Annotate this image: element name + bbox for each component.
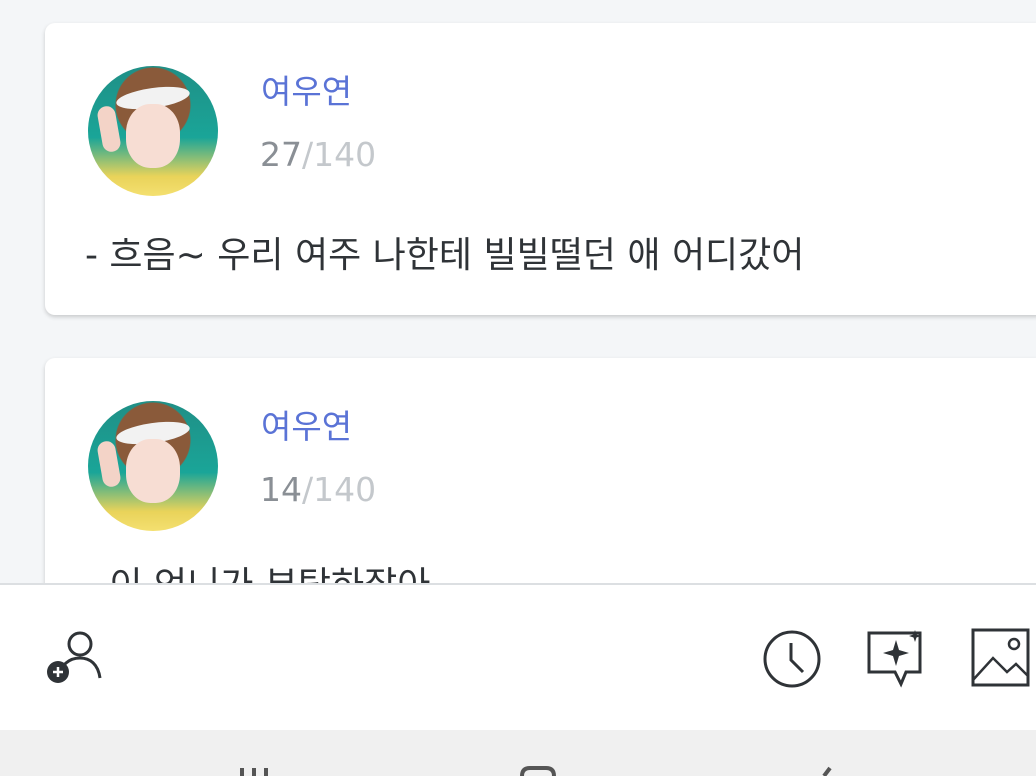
counter-max: /140 xyxy=(302,135,377,174)
avatar[interactable] xyxy=(88,401,218,531)
post-card[interactable]: 여우연 14/140 - 이 언니가 부탁하잖아 xyxy=(45,358,1036,583)
image-icon[interactable] xyxy=(971,628,1031,688)
counter-current: 27 xyxy=(260,135,302,174)
post-card[interactable]: 여우연 27/140 - 흐음~ 우리 여주 나한테 빌빌떨던 애 어디갔어 xyxy=(45,23,1036,315)
author-name[interactable]: 여우연 xyxy=(261,400,352,448)
back-icon[interactable] xyxy=(812,766,842,776)
home-icon[interactable] xyxy=(516,766,560,776)
character-counter: 27/140 xyxy=(260,135,376,174)
counter-current: 14 xyxy=(260,470,302,509)
post-text[interactable]: - 흐음~ 우리 여주 나한테 빌빌떨던 애 어디갔어 xyxy=(85,226,804,278)
avatar-hand xyxy=(96,104,122,154)
compose-toolbar xyxy=(0,583,1036,732)
avatar-face xyxy=(126,439,180,503)
avatar[interactable] xyxy=(88,66,218,196)
sparkle-chat-icon[interactable] xyxy=(866,628,928,690)
counter-max: /140 xyxy=(302,470,377,509)
avatar-face xyxy=(126,104,180,168)
avatar-hand xyxy=(96,439,122,489)
character-counter: 14/140 xyxy=(260,470,376,509)
post-feed: 여우연 27/140 - 흐음~ 우리 여주 나한테 빌빌떨던 애 어디갔어 여… xyxy=(0,0,1036,583)
add-user-icon[interactable] xyxy=(44,630,104,686)
system-navigation-bar xyxy=(0,730,1036,776)
author-name[interactable]: 여우연 xyxy=(261,65,352,113)
clock-icon[interactable] xyxy=(761,628,823,690)
post-text[interactable]: - 이 언니가 부탁하잖아 xyxy=(85,556,430,583)
recent-apps-icon[interactable] xyxy=(236,766,280,776)
